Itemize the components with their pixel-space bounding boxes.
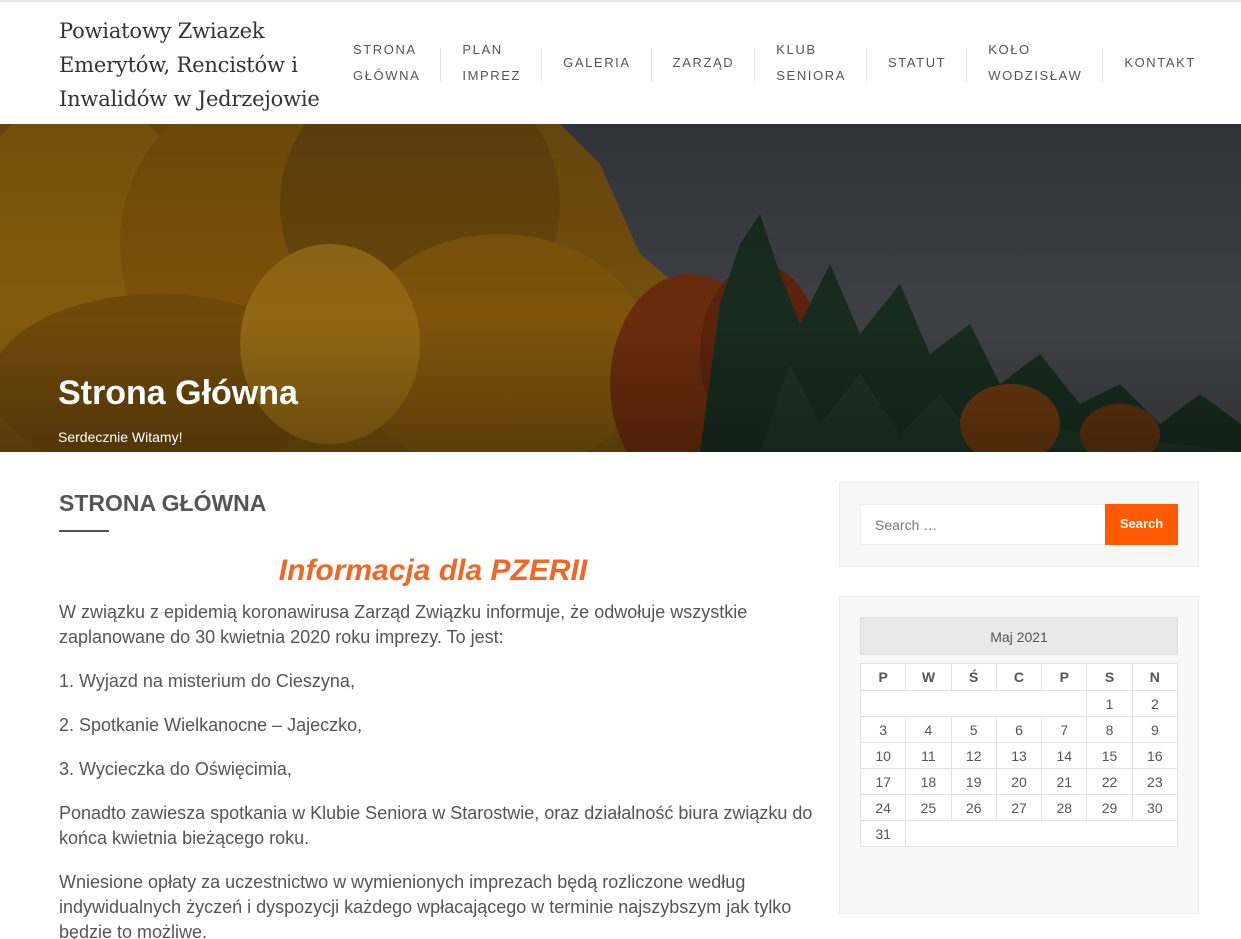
calendar-day: 10 [859,742,907,769]
calendar-day: 9 [1131,716,1179,743]
paragraph: 1. Wyjazd na misterium do Cieszyna, [59,671,355,691]
calendar-day: 13 [995,742,1043,769]
calendar-day: 21 [1041,768,1088,795]
nav-item-label: ZARZĄD [673,50,735,76]
nav-item-label: KLUB SENIORA [776,37,846,89]
main-nav: STRONA GŁÓWNA PLAN IMPREZ GALERIA ZARZĄD KLUB S… [332,2,1217,124]
heading-divider [59,530,109,532]
nav-item-strona-główna[interactable]: STRONA GŁÓWNA [332,2,442,124]
nav-label-line: ZARZĄD [672,55,735,70]
calendar-week: 31 [859,820,1178,847]
nav-label-line: SENIORA [776,68,846,83]
search-input[interactable]: Search … [860,504,1106,545]
calendar-day: 23 [1131,768,1179,795]
calendar-week: 12 [859,690,1179,717]
nav-label-line: KOŁO [988,42,1031,57]
calendar-day: 12 [950,742,997,769]
site-header: Powiatowy Zwiazek Emerytów, Rencistów i … [0,2,1241,124]
nav-label-line: STRONA [353,42,417,57]
nav-item-statut[interactable]: STATUT [867,2,968,124]
calendar-day: 25 [905,794,952,821]
calendar-day: 8 [1086,716,1133,743]
paragraph: Ponadto zawiesza spotkania w Klubie Seni… [59,803,813,848]
calendar-weekday: N [1131,663,1179,691]
nav-label-line: STATUT [888,55,947,70]
calendar-table: PWŚCPSN 1 2 3 4 5 6 7 8 9 10 11 12 13 14 15 16 17 18 19 20 2… [859,663,1179,847]
calendar-day: 26 [950,794,997,821]
calendar-weekday: C [995,663,1043,691]
calendar-day: 19 [950,768,997,795]
nav-item-klub-seniora[interactable]: KLUB SENIORA [755,2,867,124]
calendar-caption: Maj 2021 [860,617,1178,655]
main-content: STRONA GŁÓWNA Informacja dla PZERII W zw… [59,452,819,939]
calendar-week: 17 18 19 20 21 22 23 [859,768,1179,795]
nav-item-label: PLAN IMPREZ [462,37,521,89]
nav-label-line: KLUB [776,42,817,57]
nav-item-label: STATUT [888,50,946,76]
calendar-day: 17 [859,768,907,795]
search-button[interactable]: Search [1105,504,1178,545]
calendar-day: 30 [1131,794,1179,821]
search-widget: Search … Search [839,482,1199,567]
nav-label-line: GALERIA [563,55,631,70]
calendar-day: 2 [1131,690,1179,717]
calendar-day: 18 [905,768,952,795]
calendar-day: 5 [950,716,997,743]
article-body: W związku z epidemią koronawirusa Zarząd… [59,600,819,939]
calendar-pad [905,820,1178,847]
nav-item-label: GALERIA [563,50,631,76]
calendar-week: 3456789 [859,716,1179,743]
calendar-weekday: P [859,663,907,691]
paragraph: Wniesione opłaty za uczestnictwo w wymie… [59,872,792,939]
hero-banner: Strona Główna Serdecznie Witamy! [0,124,1241,452]
hero-subtitle: Serdecznie Witamy! [58,429,183,445]
nav-item-kontakt[interactable]: KONTAKT [1103,2,1217,124]
calendar-day: 4 [905,716,952,743]
nav-label-line: PLAN [462,42,503,57]
calendar-day: 11 [905,742,952,769]
site-title[interactable]: Powiatowy Zwiazek Emerytów, Rencistów i … [59,14,329,116]
calendar-weekday: S [1086,663,1133,691]
hero-title: Strona Główna [58,374,298,412]
calendar-day: 1 [1086,690,1133,717]
calendar-day: 29 [1086,794,1133,821]
calendar-week: 24 25 26 27 28 29 30 [859,794,1179,821]
paragraph: 3. Wycieczka do Oświęcimia, [59,759,292,779]
calendar-day: 6 [995,716,1043,743]
nav-item-label: KONTAKT [1124,50,1196,76]
calendar-day: 16 [1131,742,1179,769]
nav-item-plan-imprez[interactable]: PLAN IMPREZ [441,2,542,124]
nav-item-galeria[interactable]: GALERIA [542,2,652,124]
nav-item-zarząd[interactable]: ZARZĄD [652,2,756,124]
page-title: STRONA GŁÓWNA [59,490,267,516]
paragraph: 2. Spotkanie Wielkanocne – Jajeczko, [59,715,363,735]
calendar-day: 7 [1041,716,1088,743]
calendar-weekday: Ś [950,663,997,691]
nav-label-line: GŁÓWNA [353,68,421,83]
paragraph: W związku z epidemią koronawirusa Zarząd… [59,602,748,647]
calendar-day: 31 [859,820,907,847]
calendar-day: 20 [995,768,1043,795]
nav-item-label: KOŁO WODZISŁAW [988,37,1082,89]
info-title: Informacja dla PZERII [278,554,588,587]
calendar-day: 22 [1086,768,1133,795]
calendar-day: 15 [1086,742,1133,769]
calendar-weekday: P [1041,663,1088,691]
calendar-day: 28 [1041,794,1088,821]
calendar-week: 10 11 12 13 14 15 16 [859,742,1179,769]
calendar-day: 27 [995,794,1043,821]
nav-label-line: WODZISŁAW [988,68,1083,83]
calendar-day: 14 [1041,742,1088,769]
nav-item-koło-wodzisław[interactable]: KOŁO WODZISŁAW [967,2,1104,124]
nav-item-label: STRONA GŁÓWNA [353,37,420,89]
calendar-day: 3 [859,716,907,743]
nav-label-line: IMPREZ [462,68,522,83]
calendar-weekday: W [905,663,952,691]
nav-label-line: KONTAKT [1124,55,1196,70]
calendar-pad [859,690,1088,717]
calendar-day: 24 [859,794,907,821]
calendar-widget: Maj 2021 PWŚCPSN 1 2 3 4 5 6 7 8 9 10 11 12 13 14 15 16… [839,596,1199,914]
